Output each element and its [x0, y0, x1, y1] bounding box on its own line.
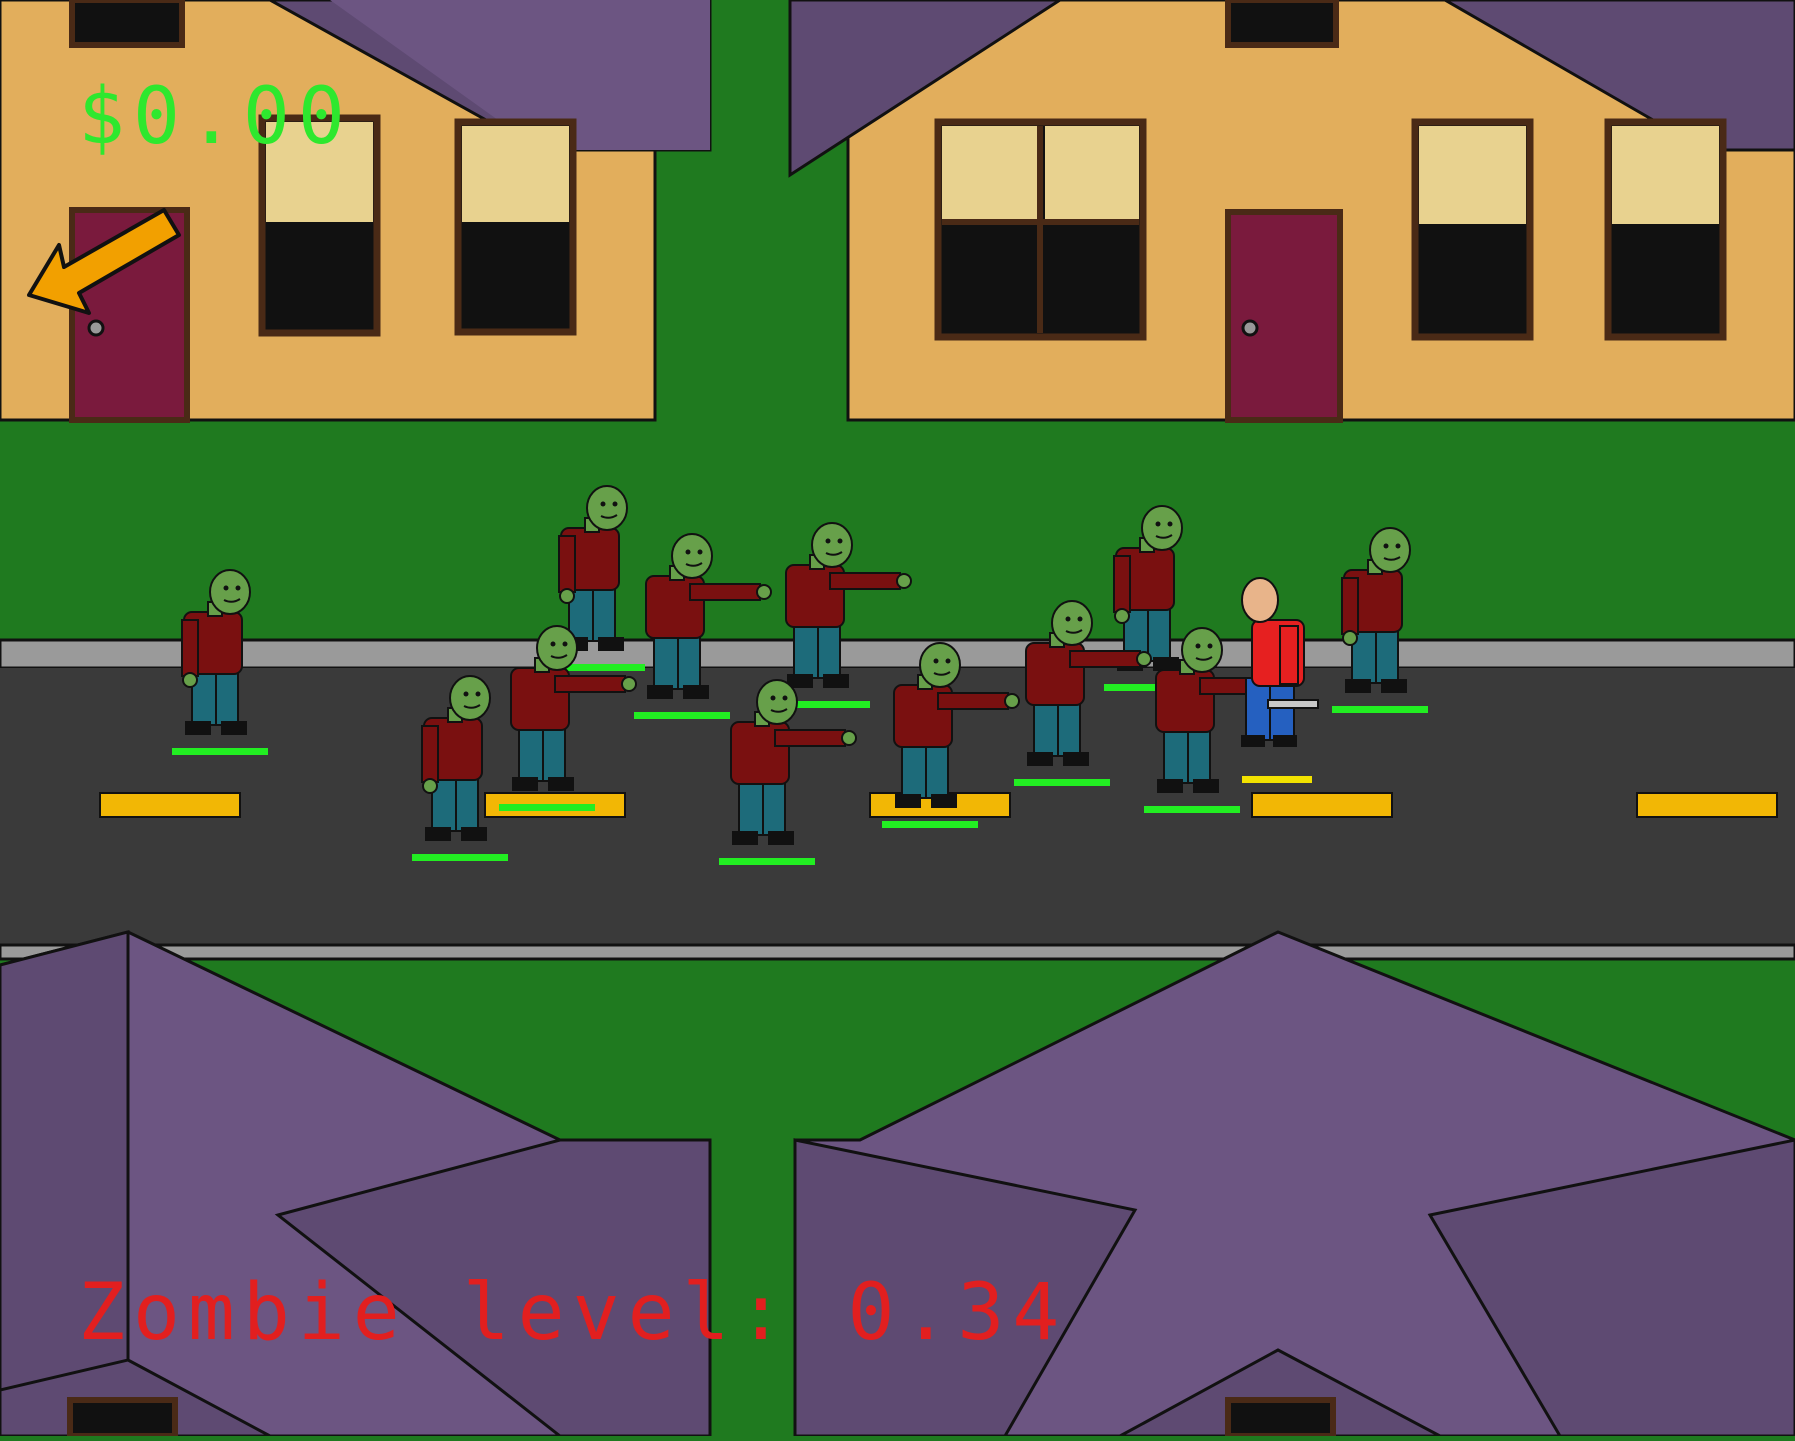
- money-counter: $0.00: [78, 72, 353, 162]
- zombie-health-bar: [412, 854, 508, 861]
- player-health-bar: [1242, 776, 1312, 783]
- zombie-level-label: Zombie level: 0.34: [78, 1268, 1068, 1358]
- zombie-health-bar: [719, 858, 815, 865]
- zombie-health-bar: [634, 712, 730, 719]
- arrow-back-icon[interactable]: [24, 205, 184, 320]
- zombie-health-bar: [172, 748, 268, 755]
- zombie-health-bar: [1014, 779, 1110, 786]
- game-canvas[interactable]: [0, 0, 1795, 1439]
- zombie-health-bar: [499, 804, 595, 811]
- zombie-health-bar: [1144, 806, 1240, 813]
- zombie-health-bar: [882, 821, 978, 828]
- zombie-health-bar: [1332, 706, 1428, 713]
- game-scene[interactable]: $0.00 Zombie level: 0.34: [0, 0, 1795, 1439]
- house-top-right: [788, 0, 1795, 423]
- knife-icon: [1267, 699, 1319, 709]
